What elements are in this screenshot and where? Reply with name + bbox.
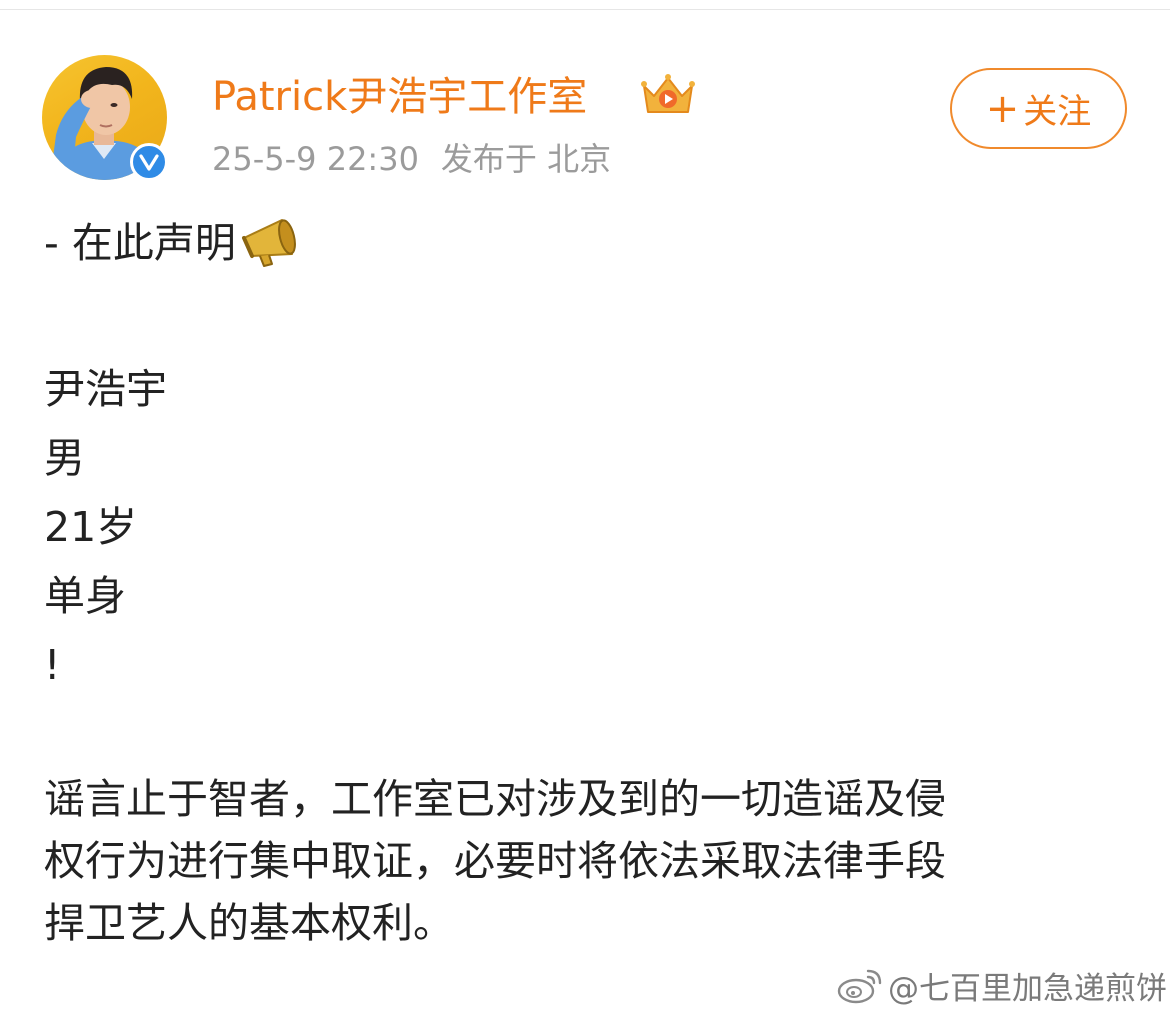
post-short-lines: 尹浩宇 男 21岁 单身 ! [44,355,167,700]
weibo-logo-icon [837,969,882,1004]
top-divider [0,9,1170,10]
post-meta: 25-5-9 22:30 发布于 北京 [212,138,611,180]
post-paragraph: 谣言止于智者，工作室已对涉及到的一切造谣及侵 权行为进行集中取证，必要时将依法采… [44,768,1134,954]
crown-badge-icon [641,74,695,113]
megaphone-icon [241,219,296,267]
watermark: @七百里加急递煎饼 [836,962,1167,1008]
post-line-gender: 男 [44,434,85,482]
post-time: 25-5-9 22:30 [212,140,419,178]
post-line-age: 21岁 [44,503,138,551]
plus-icon: + [985,85,1020,132]
watermark-text: @七百里加急递煎饼 [888,970,1167,1007]
verified-v-icon [130,143,168,181]
post-line-status: 单身 [44,572,126,620]
username[interactable]: Patrick尹浩宇工作室 [212,70,587,124]
post-location: 发布于 北京 [440,140,612,178]
paragraph-line: 捍卫艺人的基本权利。 [44,899,454,947]
follow-label: 关注 [1023,92,1092,132]
post-title-line: - 在此声明 [44,215,302,274]
follow-button[interactable]: + 关注 [950,68,1127,149]
paragraph-line: 权行为进行集中取证，必要时将依法采取法律手段 [44,837,946,885]
post-line-name: 尹浩宇 [44,365,167,413]
post-line-exclamation: ! [44,641,61,689]
post-title: - 在此声明 [44,219,236,267]
paragraph-line: 谣言止于智者，工作室已对涉及到的一切造谣及侵 [44,775,946,823]
